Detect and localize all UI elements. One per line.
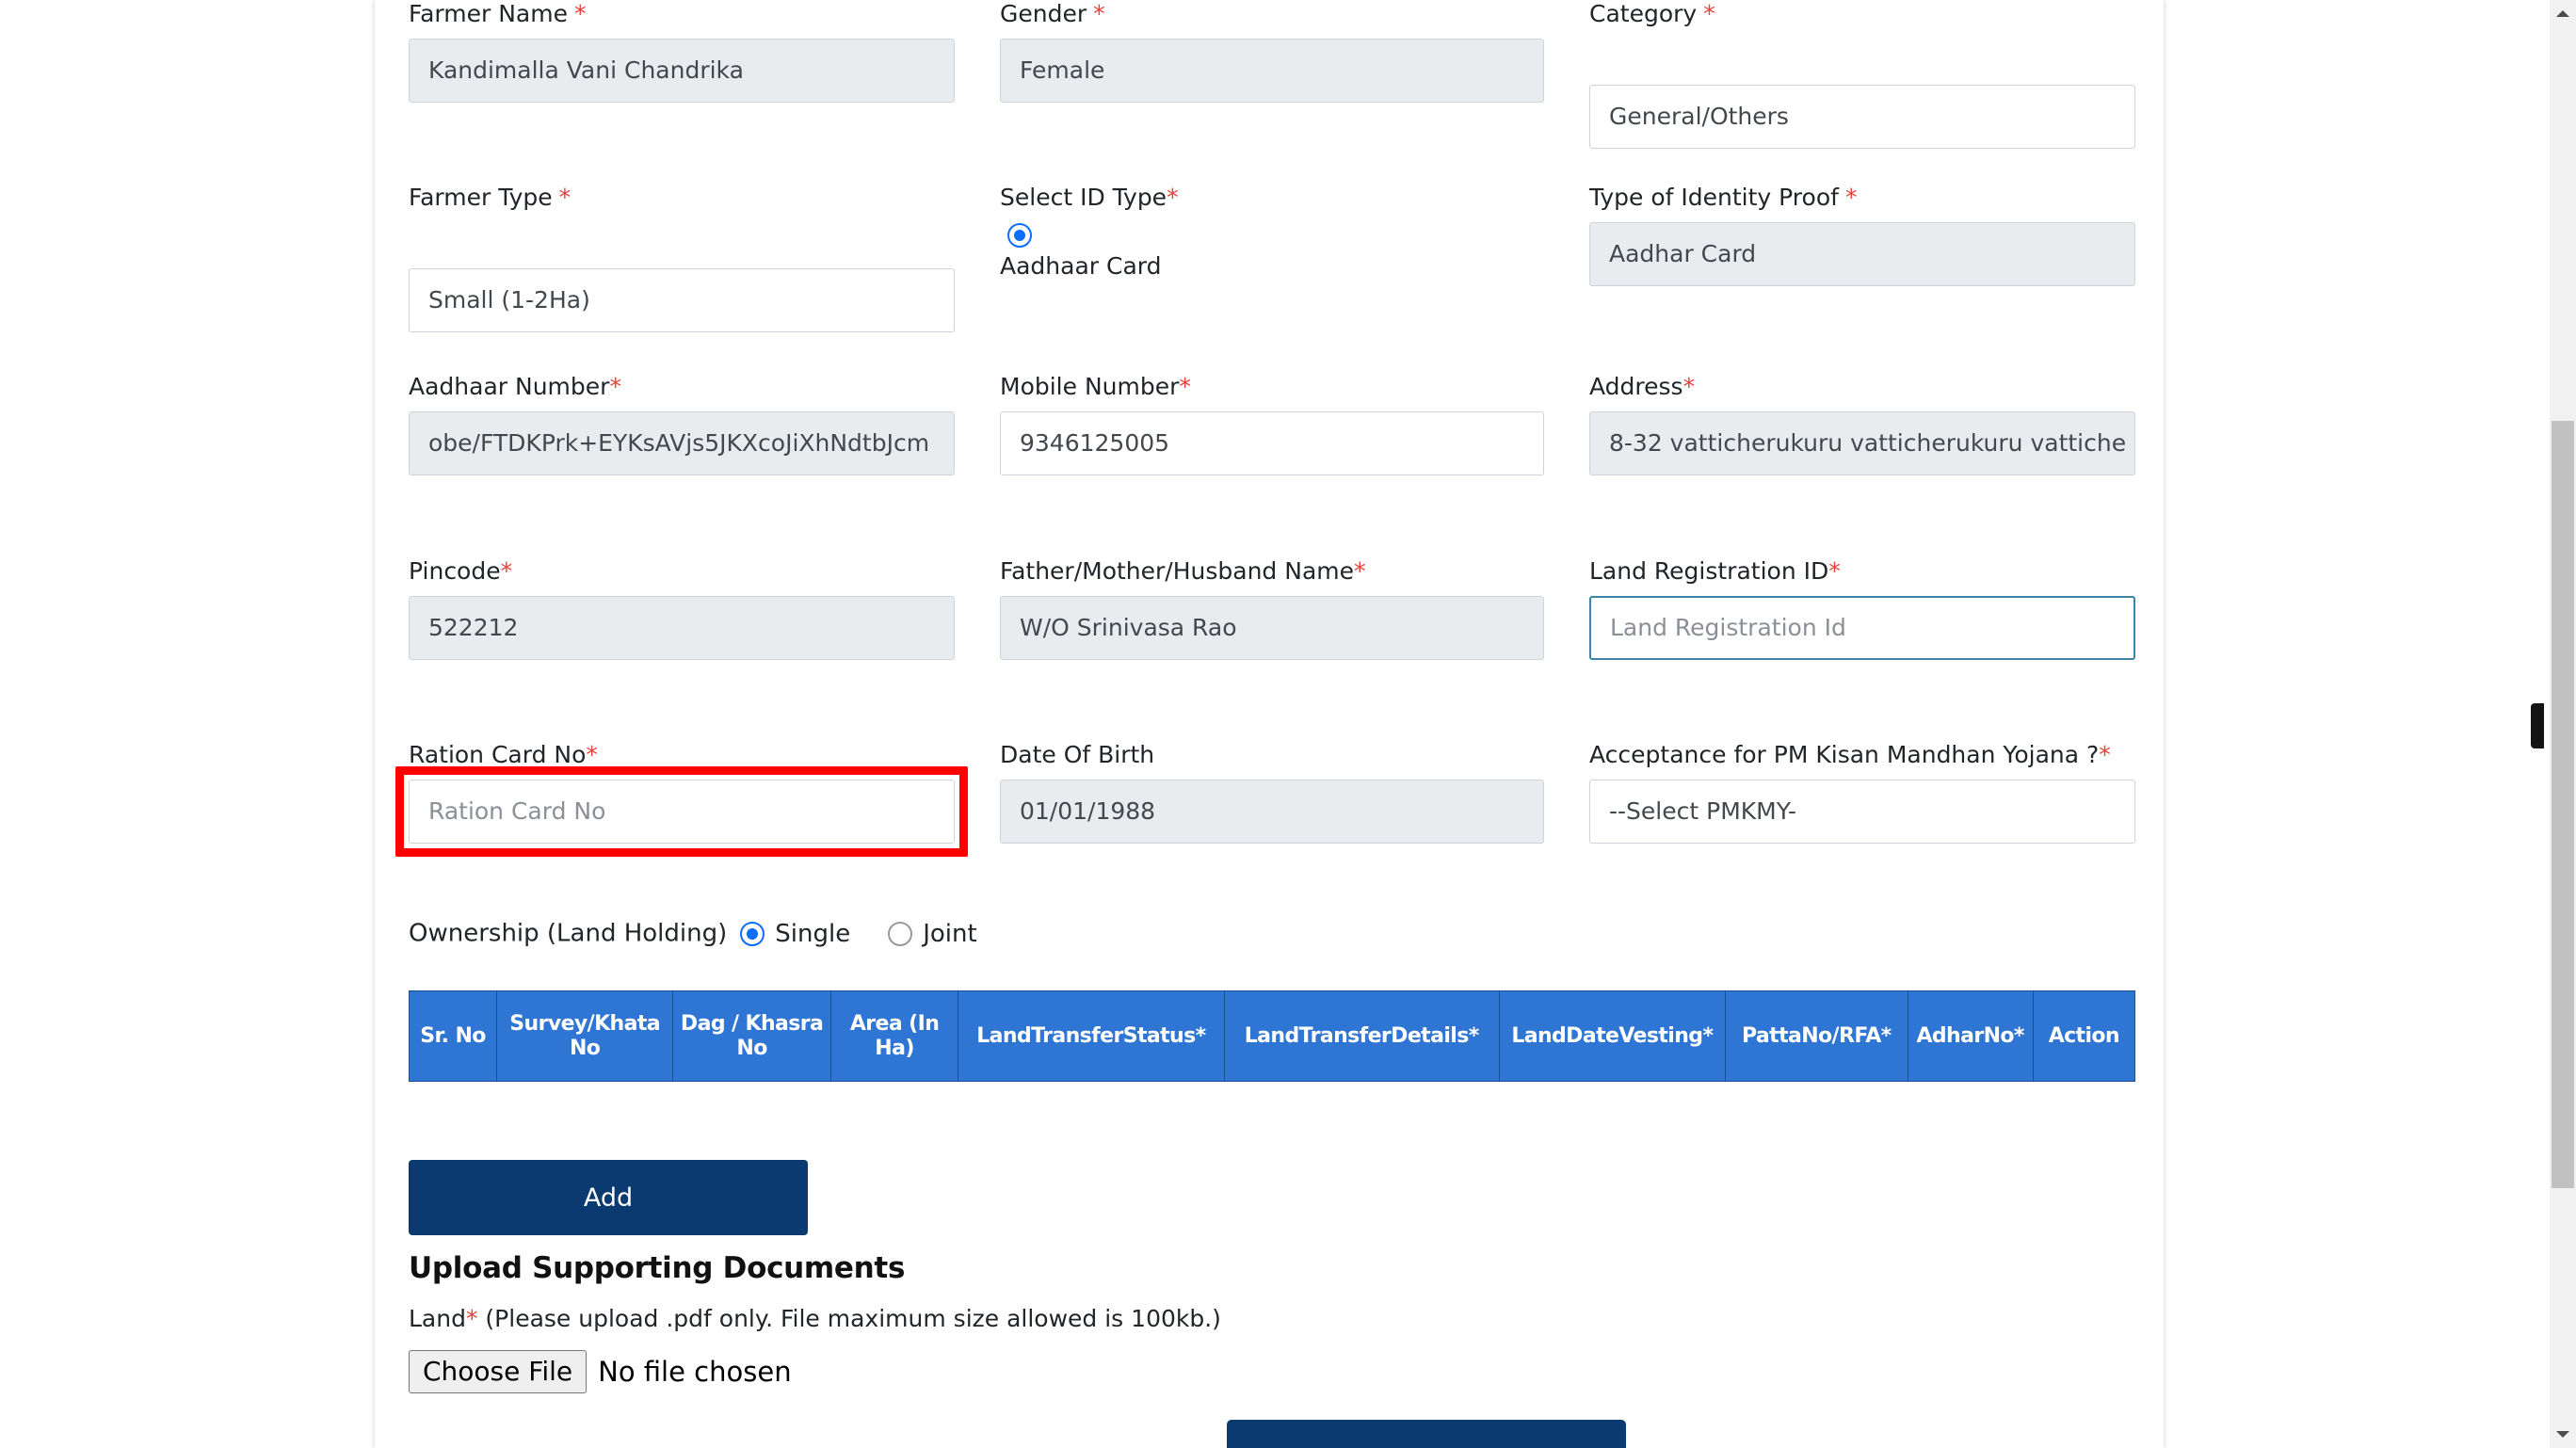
field-group-acceptance-pmkmy: Acceptance for PM Kisan Mandhan Yojana ?… [1589,741,2135,844]
mobile-number-input[interactable]: 9346125005 [1000,411,1544,475]
field-group-father-mother-husband-name: Father/Mother/Husband Name* W/O Srinivas… [1000,557,1544,660]
select-id-type-label: Select ID Type* [1000,184,1179,211]
father-mother-husband-name-label: Father/Mother/Husband Name* [1000,557,1366,585]
land-table-col-survey-khata-no: Survey/Khata No [496,990,674,1082]
land-upload-label: Land [409,1305,466,1332]
land-table-col-land-transfer-status: LandTransferStatus* [958,990,1225,1082]
field-group-aadhaar-number: Aadhaar Number* obe/FTDKPrk+EYKsAVjs5JKX… [409,373,955,475]
land-table-col-area-in-ha: Area (In Ha) [829,990,959,1082]
land-registration-id-input[interactable]: Land Registration Id [1589,596,2135,660]
field-group-type-of-identity-proof: Type of Identity Proof * Aadhar Card [1589,184,2135,286]
field-group-land-registration-id: Land Registration ID* Land Registration … [1589,557,2135,660]
gender-label: Gender * [1000,0,1105,27]
acceptance-pmkmy-label: Acceptance for PM Kisan Mandhan Yojana ?… [1589,741,2111,768]
ownership-option-single[interactable]: Single [740,918,850,949]
father-mother-husband-name-input[interactable]: W/O Srinivasa Rao [1000,596,1544,660]
category-select[interactable]: General/Others [1589,85,2135,149]
type-of-identity-proof-label: Type of Identity Proof * [1589,184,1858,211]
aadhaar-number-label: Aadhaar Number* [409,373,621,400]
ration-card-no-wrapper: Ration Card No [395,766,968,857]
field-group-pincode: Pincode* 522212 [409,557,955,660]
ration-card-no-label: Ration Card No* [409,741,598,768]
land-registration-id-label: Land Registration ID* [1589,557,1841,585]
ownership-joint-label: Joint [923,919,977,948]
scroll-up-arrow-icon[interactable] [2550,0,2576,26]
field-group-ration-card-no: Ration Card No* Ration Card No [395,741,968,857]
land-table-col-land-transfer-details: LandTransferDetails* [1223,990,1500,1082]
farmer-registration-form-card: Farmer Name * Kandimalla Vani Chandrika G… [375,0,2164,1448]
scroll-down-arrow-icon[interactable] [2550,1422,2576,1448]
page-root: Farmer Name * Kandimalla Vani Chandrika G… [0,0,2576,1448]
land-file-upload-row: Choose File No file chosen [409,1348,792,1393]
choose-file-button[interactable]: Choose File [409,1350,588,1393]
land-table-col-patta-no-rfa: PattaNo/RFA* [1724,990,1908,1082]
field-group-mobile-number: Mobile Number* 9346125005 [1000,373,1544,475]
add-land-row-button[interactable]: Add [409,1160,808,1235]
page-scrollbar[interactable] [2550,0,2576,1448]
ration-card-no-input[interactable]: Ration Card No [409,780,955,844]
date-of-birth-input[interactable]: 01/01/1988 [1000,780,1544,844]
pincode-label: Pincode* [409,557,513,585]
submit-button[interactable] [1227,1420,1626,1448]
date-of-birth-label: Date Of Birth [1000,741,1155,768]
ownership-option-joint[interactable]: Joint [888,918,977,949]
page-right-gutter [2164,0,2576,1448]
gender-input[interactable]: Female [1000,39,1544,103]
ownership-label: Ownership (Land Holding) [409,919,728,948]
side-panel-handle[interactable] [2531,703,2544,748]
pincode-input[interactable]: 522212 [409,596,955,660]
field-group-gender: Gender * Female [1000,0,1544,103]
ownership-land-holding-group: Ownership (Land Holding) Single Joint [409,918,977,949]
no-file-chosen-text: No file chosen [598,1356,792,1388]
farmer-name-input[interactable]: Kandimalla Vani Chandrika [409,39,955,103]
id-type-radio-group: Aadhaar Card [1000,223,1544,281]
land-table-col-adhar-no: AdharNo* [1907,990,2034,1082]
type-of-identity-proof-input[interactable]: Aadhar Card [1589,222,2135,286]
field-group-category: Category * General/Others [1589,0,2135,149]
farmer-name-label: Farmer Name * [409,0,587,27]
land-upload-note: Land* (Please upload .pdf only. File max… [409,1305,1221,1332]
ownership-single-radio[interactable] [740,921,765,946]
ownership-single-label: Single [775,919,851,948]
field-group-address: Address* 8-32 vatticherukuru vatticheruk… [1589,373,2135,475]
mobile-number-label: Mobile Number* [1000,373,1191,400]
aadhaar-card-radio[interactable] [1007,223,1032,248]
category-label: Category * [1589,0,1715,27]
upload-supporting-documents-heading: Upload Supporting Documents [409,1251,906,1285]
field-group-date-of-birth: Date Of Birth 01/01/1988 [1000,741,1544,844]
farmer-type-label: Farmer Type * [409,184,572,211]
acceptance-pmkmy-select[interactable]: --Select PMKMY- [1589,780,2135,844]
aadhaar-card-radio-label[interactable]: Aadhaar Card [1000,252,1544,281]
address-label: Address* [1589,373,1696,400]
field-group-farmer-name: Farmer Name * Kandimalla Vani Chandrika [409,0,955,103]
land-table-col-dag-khasra-no: Dag / Khasra No [672,990,831,1082]
ownership-joint-radio[interactable] [888,921,913,946]
land-details-table: Sr. No Survey/Khata No Dag / Khasra No A… [408,990,2136,1082]
land-table-col-land-date-vesting: LandDateVesting* [1498,990,1726,1082]
page-left-gutter [0,0,375,1448]
farmer-type-select[interactable]: Small (1-2Ha) [409,268,955,332]
aadhaar-number-input[interactable]: obe/FTDKPrk+EYKsAVjs5JKXcoJiXhNdtbJcm [409,411,955,475]
land-table-header-row: Sr. No Survey/Khata No Dag / Khasra No A… [408,990,2136,1082]
scrollbar-thumb[interactable] [2552,421,2574,1188]
field-group-farmer-type: Farmer Type * Small (1-2Ha) [409,184,955,332]
address-input[interactable]: 8-32 vatticherukuru vatticherukuru vatti… [1589,411,2135,475]
land-upload-hint: (Please upload .pdf only. File maximum s… [477,1305,1221,1332]
field-group-select-id-type: Select ID Type* Aadhaar Card [1000,184,1544,281]
land-table-col-sr-no: Sr. No [408,990,498,1082]
land-table-col-action: Action [2032,990,2136,1082]
